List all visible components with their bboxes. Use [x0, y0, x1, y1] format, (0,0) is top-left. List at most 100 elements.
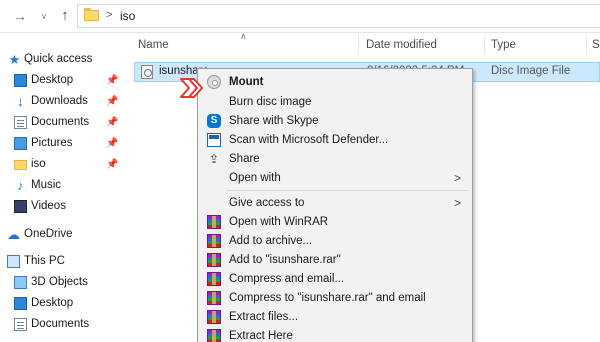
- nav-item-label: Desktop: [31, 297, 74, 309]
- nav-item-iso[interactable]: iso 📌: [0, 154, 126, 175]
- nav-item-label: Downloads: [31, 95, 88, 107]
- share-icon: ⇪: [208, 152, 220, 166]
- folder-icon: [14, 160, 27, 170]
- menu-item-extract-here[interactable]: Extract Here: [200, 326, 470, 342]
- menu-item-label: Share: [229, 153, 260, 165]
- pin-icon: 📌: [106, 138, 119, 149]
- winrar-icon: [207, 291, 221, 305]
- menu-item-share[interactable]: ⇪ Share: [200, 149, 470, 169]
- nav-item-music[interactable]: ♪ Music: [0, 175, 126, 196]
- menu-item-label: Compress to "isunshare.rar" and email: [229, 292, 426, 304]
- menu-item-label: Burn disc image: [229, 96, 312, 108]
- menu-item-label: Extract Here: [229, 330, 293, 342]
- menu-item-extract-files[interactable]: Extract files...: [200, 307, 470, 327]
- menu-item-compress-to-rar-and-email[interactable]: Compress to "isunshare.rar" and email: [200, 288, 470, 308]
- cube-icon: [14, 276, 27, 289]
- video-icon: [14, 200, 27, 213]
- nav-quick-access[interactable]: ★ Quick access: [0, 49, 126, 70]
- pin-icon: 📌: [106, 159, 119, 170]
- winrar-icon: [207, 215, 221, 229]
- menu-item-burn-disc-image[interactable]: Burn disc image: [200, 92, 470, 112]
- submenu-arrow-icon: >: [454, 196, 462, 210]
- nav-onedrive[interactable]: ☁ OneDrive: [0, 224, 126, 245]
- menu-item-label: Add to "isunshare.rar": [229, 254, 341, 266]
- nav-this-pc-label: This PC: [24, 255, 65, 267]
- path-box[interactable]: > iso: [77, 4, 600, 28]
- up-arrow-icon[interactable]: ↑: [57, 8, 73, 24]
- column-header-date-modified[interactable]: Date modified: [366, 34, 437, 56]
- menu-item-open-with-winrar[interactable]: Open with WinRAR: [200, 212, 470, 232]
- nav-item-label: Pictures: [31, 137, 73, 149]
- nav-item-videos[interactable]: Videos: [0, 196, 126, 217]
- nav-item-label: Videos: [31, 200, 66, 212]
- star-icon: ★: [8, 52, 21, 67]
- nav-item-pc-desktop[interactable]: Desktop: [0, 293, 126, 314]
- menu-item-label: Add to archive...: [229, 235, 313, 247]
- nav-item-desktop[interactable]: Desktop 📌: [0, 70, 126, 91]
- menu-item-label: Mount: [229, 76, 264, 88]
- pin-icon: 📌: [106, 75, 119, 86]
- menu-item-compress-and-email[interactable]: Compress and email...: [200, 269, 470, 289]
- menu-separator: [226, 190, 468, 191]
- winrar-icon: [207, 310, 221, 324]
- nav-item-label: Documents: [31, 116, 90, 128]
- nav-this-pc[interactable]: This PC: [0, 251, 126, 272]
- nav-item-downloads[interactable]: ↓ Downloads 📌: [0, 91, 126, 112]
- column-header-type[interactable]: Type: [491, 34, 516, 56]
- menu-item-mount[interactable]: Mount: [200, 72, 470, 92]
- skype-icon: S: [207, 114, 221, 128]
- address-bar: → ∨ ↑ > iso: [0, 0, 600, 33]
- menu-item-give-access-to[interactable]: Give access to >: [200, 193, 470, 213]
- defender-icon: [207, 133, 221, 147]
- column-header-size[interactable]: S: [592, 34, 600, 56]
- recent-locations-chevron-icon[interactable]: ∨: [36, 8, 52, 24]
- column-divider[interactable]: [586, 36, 587, 54]
- forward-arrow-icon[interactable]: →: [12, 8, 28, 24]
- path-separator: >: [106, 9, 113, 21]
- winrar-icon: [207, 329, 221, 342]
- download-arrow-icon: ↓: [17, 93, 24, 109]
- submenu-arrow-icon: >: [454, 171, 462, 185]
- column-divider[interactable]: [484, 36, 485, 54]
- menu-item-add-to-rar[interactable]: Add to "isunshare.rar": [200, 250, 470, 270]
- menu-item-label: Give access to: [229, 197, 305, 209]
- nav-item-pictures[interactable]: Pictures 📌: [0, 133, 126, 154]
- menu-item-label: Open with: [229, 172, 281, 184]
- column-header-name[interactable]: Name: [138, 34, 169, 56]
- pointer-arrow-icon: [180, 78, 203, 98]
- menu-item-add-to-archive[interactable]: Add to archive...: [200, 231, 470, 251]
- nav-quick-access-label: Quick access: [24, 53, 93, 65]
- nav-item-label: 3D Objects: [31, 276, 88, 288]
- path-segment-iso[interactable]: iso: [120, 9, 135, 23]
- nav-item-3d-objects[interactable]: 3D Objects: [0, 272, 126, 293]
- sort-caret-icon: ∧: [240, 31, 247, 41]
- context-menu: Mount Burn disc image S Share with Skype…: [197, 68, 473, 342]
- disc-icon: [207, 75, 221, 89]
- menu-item-share-with-skype[interactable]: S Share with Skype: [200, 111, 470, 131]
- desktop-icon: [14, 74, 27, 87]
- folder-icon: [84, 8, 99, 21]
- navigation-pane: ★ Quick access Desktop 📌 ↓ Downloads 📌 D…: [0, 34, 126, 342]
- column-divider[interactable]: [358, 36, 359, 54]
- winrar-icon: [207, 272, 221, 286]
- nav-item-documents[interactable]: Documents 📌: [0, 112, 126, 133]
- pin-icon: 📌: [106, 96, 119, 107]
- nav-item-label: Desktop: [31, 74, 74, 86]
- computer-icon: [7, 255, 20, 268]
- music-note-icon: ♪: [17, 178, 24, 193]
- menu-item-label: Open with WinRAR: [229, 216, 329, 228]
- document-icon: [14, 318, 27, 331]
- winrar-icon: [207, 253, 221, 267]
- desktop-icon: [14, 297, 27, 310]
- nav-item-label: Music: [31, 179, 62, 191]
- menu-item-label: Scan with Microsoft Defender...: [229, 134, 389, 146]
- winrar-icon: [207, 234, 221, 248]
- menu-item-scan-defender[interactable]: Scan with Microsoft Defender...: [200, 130, 470, 150]
- menu-item-open-with[interactable]: Open with >: [200, 168, 470, 188]
- disc-image-file-icon: [141, 65, 153, 79]
- nav-item-pc-documents[interactable]: Documents: [0, 314, 126, 335]
- cloud-icon: ☁: [7, 227, 20, 242]
- nav-item-label: Documents: [31, 318, 90, 330]
- nav-item-label: iso: [31, 158, 46, 170]
- document-icon: [14, 116, 27, 129]
